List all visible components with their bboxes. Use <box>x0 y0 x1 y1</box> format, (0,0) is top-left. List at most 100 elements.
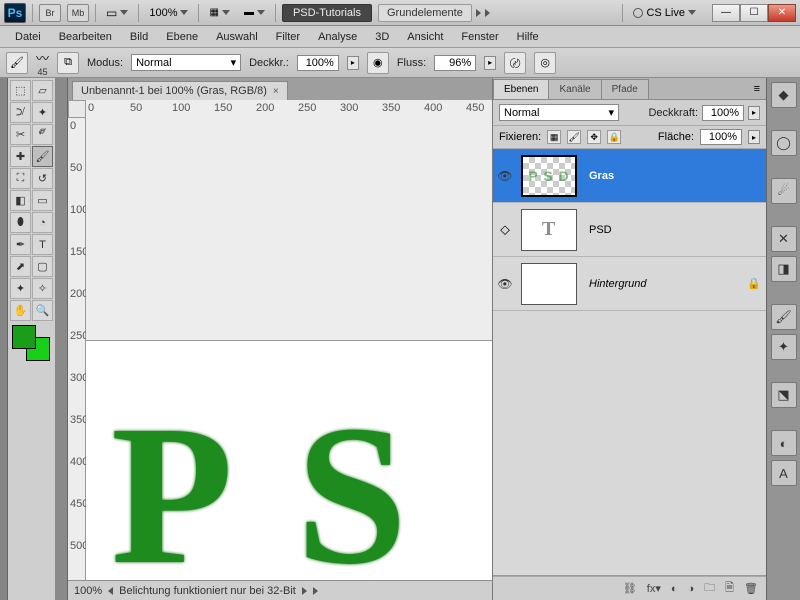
stamp-tool[interactable]: ⛶ <box>10 168 31 189</box>
horizontal-ruler[interactable]: 0 50 100 150 200 250 300 350 400 450 <box>86 100 492 341</box>
layer-blend-mode[interactable]: Normal▾ <box>499 104 619 121</box>
dock-adjust-icon[interactable]: ☄ <box>771 178 797 204</box>
bridge-button[interactable]: Br <box>39 4 61 22</box>
tab-kanaele[interactable]: Kanäle <box>548 79 601 99</box>
new-layer-icon[interactable]: 🗎 <box>725 579 734 598</box>
pressure-opacity-icon[interactable]: ◉ <box>367 52 389 74</box>
lasso-tool[interactable]: ⟉ <box>10 102 31 123</box>
vertical-ruler[interactable]: 0 50 100 150 200 250 300 350 400 450 500 <box>68 118 86 580</box>
pressure-size-icon[interactable]: ◎ <box>534 52 556 74</box>
fx-icon[interactable]: fx▾ <box>647 582 661 595</box>
cslive-button[interactable]: CS Live <box>629 7 700 19</box>
menu-analyse[interactable]: Analyse <box>309 28 366 46</box>
healing-tool[interactable]: ✚ <box>10 146 31 167</box>
layer-thumbnail[interactable]: P S D <box>521 155 577 197</box>
dock-layers-icon[interactable]: ◆ <box>771 82 797 108</box>
menu-bearbeiten[interactable]: Bearbeiten <box>50 28 121 46</box>
3d-camera-tool[interactable]: ✧ <box>32 278 53 299</box>
fill-input[interactable]: 100% <box>700 129 742 145</box>
adjustment-icon[interactable]: ◑ <box>688 583 695 595</box>
gradient-tool[interactable]: ▭ <box>32 190 53 211</box>
layer-row[interactable]: 👁 Hintergrund 🔒 <box>493 257 766 311</box>
menu-3d[interactable]: 3D <box>366 28 398 46</box>
dock-clone-icon[interactable]: ✦ <box>771 334 797 360</box>
screen-mode-button[interactable]: ▭ <box>102 6 132 20</box>
group-icon[interactable]: 🗀 <box>704 579 715 598</box>
dock-char-icon[interactable]: ◐ <box>771 430 797 456</box>
extras-button[interactable]: ▬ <box>240 7 269 18</box>
color-swatches[interactable] <box>10 325 54 363</box>
mask-icon[interactable]: ◐ <box>671 583 678 595</box>
status-prev[interactable] <box>108 587 113 595</box>
layer-name[interactable]: PSD <box>581 224 766 236</box>
ruler-origin[interactable] <box>68 100 86 118</box>
path-select-tool[interactable]: ⬈ <box>10 256 31 277</box>
flow-input[interactable]: 96% <box>434 55 476 71</box>
delete-layer-icon[interactable]: 🗑 <box>744 582 758 595</box>
hand-tool[interactable]: ✋ <box>10 300 31 321</box>
zoom-tool[interactable]: 🔍 <box>32 300 53 321</box>
menu-ansicht[interactable]: Ansicht <box>398 28 452 46</box>
dock-history-icon[interactable]: ⬔ <box>771 382 797 408</box>
layer-opacity-input[interactable]: 100% <box>702 105 744 121</box>
minibridge-button[interactable]: Mb <box>67 4 89 22</box>
layer-opacity-flyout[interactable]: ▸ <box>748 106 760 120</box>
link-layers-icon[interactable]: ⛓ <box>623 582 637 595</box>
flow-flyout[interactable]: ▸ <box>484 56 496 70</box>
canvas-viewport[interactable]: P S <box>86 341 492 581</box>
workspace-secondary[interactable]: Grundelemente <box>378 4 472 22</box>
menu-fenster[interactable]: Fenster <box>452 28 507 46</box>
workspace-switcher[interactable]: PSD-Tutorials <box>282 4 372 22</box>
pen-tool[interactable]: ✒ <box>10 234 31 255</box>
fill-flyout[interactable]: ▸ <box>748 130 760 144</box>
marquee-tool[interactable]: ▱ <box>32 80 53 101</box>
opacity-input[interactable]: 100% <box>297 55 339 71</box>
workspace-more[interactable] <box>476 9 481 17</box>
layer-thumbnail[interactable]: T <box>521 209 577 251</box>
dock-brush-icon[interactable]: 🖌 <box>771 304 797 330</box>
layer-thumbnail[interactable] <box>521 263 577 305</box>
dock-tools1-icon[interactable]: ✕ <box>771 226 797 252</box>
close-doc-icon[interactable]: × <box>273 86 279 97</box>
layer-list[interactable]: 👁 P S D Gras ⬦ T PSD 👁 Hintergrund 🔒 <box>493 149 766 576</box>
dock-tools2-icon[interactable]: ◨ <box>771 256 797 282</box>
airbrush-icon[interactable]: 〄 <box>504 52 526 74</box>
foreground-color[interactable] <box>12 325 36 349</box>
move-tool[interactable]: ⬚ <box>10 80 31 101</box>
shape-tool[interactable]: ▢ <box>32 256 53 277</box>
menu-bild[interactable]: Bild <box>121 28 157 46</box>
visibility-icon[interactable]: 👁 <box>493 277 517 291</box>
canvas[interactable]: P S <box>86 341 492 581</box>
crop-tool[interactable]: ✂ <box>10 124 31 145</box>
menu-filter[interactable]: Filter <box>267 28 309 46</box>
minimize-button[interactable]: — <box>712 4 740 22</box>
status-zoom[interactable]: 100% <box>74 585 102 597</box>
maximize-button[interactable]: ☐ <box>740 4 768 22</box>
visibility-icon[interactable]: 👁 <box>493 169 517 183</box>
3d-tool[interactable]: ✦ <box>10 278 31 299</box>
visibility-icon[interactable]: ⬦ <box>493 221 517 238</box>
arrange-docs-button[interactable]: ▦ <box>205 7 233 18</box>
eraser-tool[interactable]: ◧ <box>10 190 31 211</box>
brush-size-display[interactable]: 45 <box>38 67 48 77</box>
menu-auswahl[interactable]: Auswahl <box>207 28 267 46</box>
document-tab[interactable]: Unbenannt-1 bei 100% (Gras, RGB/8) × <box>72 81 288 100</box>
layer-name[interactable]: Gras <box>581 170 766 182</box>
menu-hilfe[interactable]: Hilfe <box>508 28 548 46</box>
lock-transparent-icon[interactable]: ▦ <box>547 130 561 144</box>
tab-ebenen[interactable]: Ebenen <box>493 79 549 99</box>
close-button[interactable]: ✕ <box>768 4 796 22</box>
blend-mode-select[interactable]: Normal▾ <box>131 54 241 71</box>
dodge-tool[interactable]: ◔ <box>32 212 53 233</box>
eyedropper-tool[interactable]: ༗ <box>32 124 53 145</box>
brush-tool[interactable]: 🖌 <box>32 146 53 167</box>
lock-position-icon[interactable]: ✥ <box>587 130 601 144</box>
menu-datei[interactable]: Datei <box>6 28 50 46</box>
type-tool[interactable]: T <box>32 234 53 255</box>
zoom-level[interactable]: 100% <box>145 7 192 19</box>
left-dock-rail[interactable] <box>0 78 8 600</box>
doc-gutter[interactable] <box>56 78 68 600</box>
blur-tool[interactable]: ⬮ <box>10 212 31 233</box>
brush-panel-toggle[interactable]: ⧉ <box>57 52 79 74</box>
history-brush-tool[interactable]: ↺ <box>32 168 53 189</box>
